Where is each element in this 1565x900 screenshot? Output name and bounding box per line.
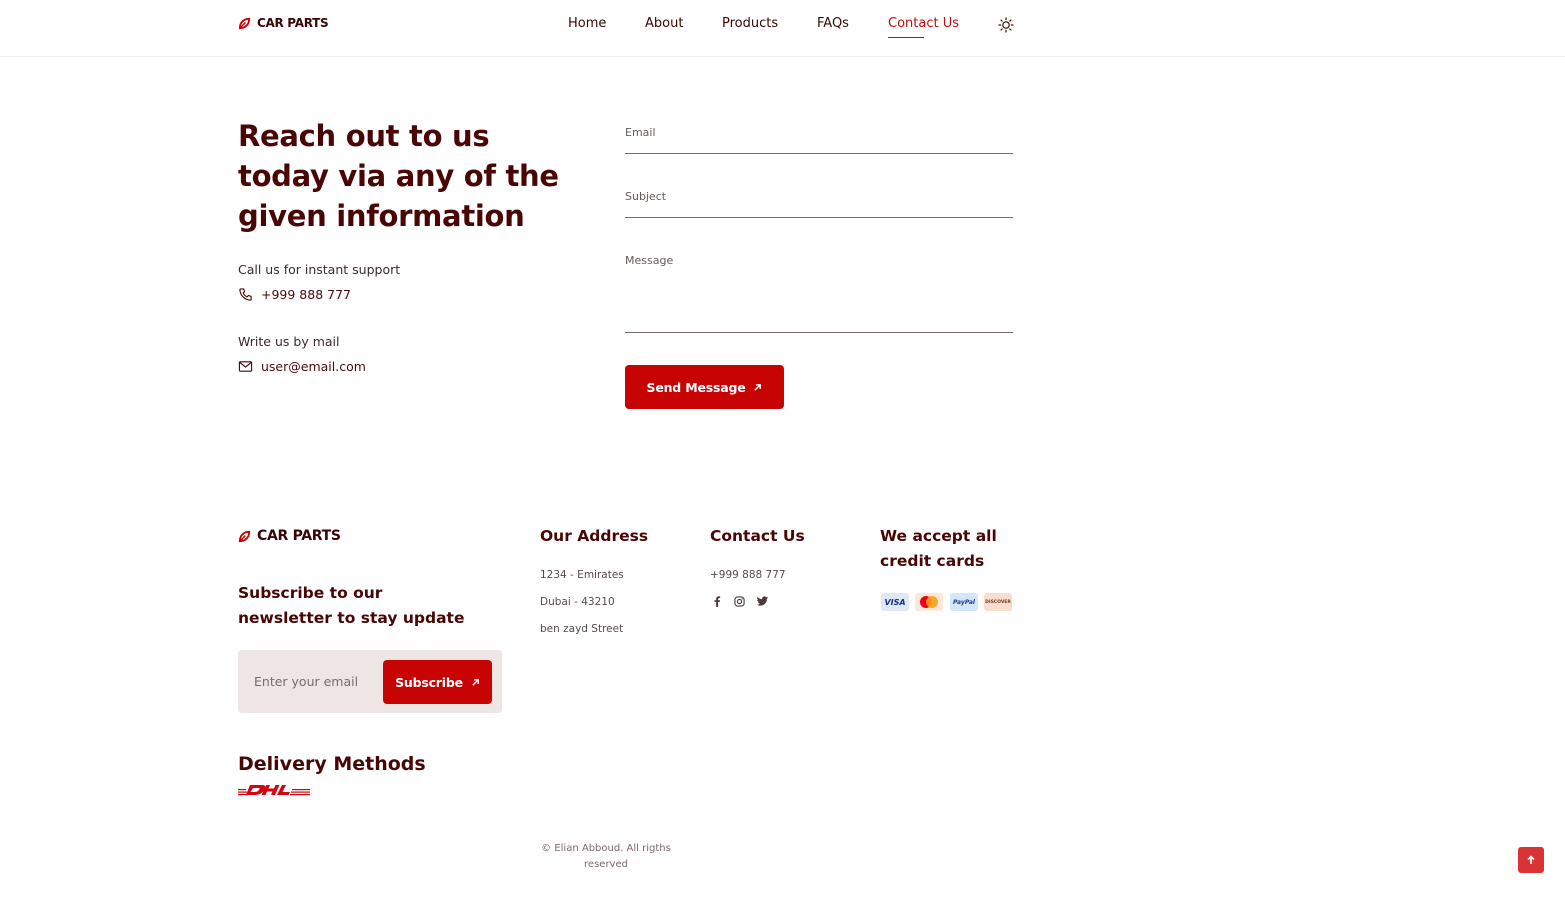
sun-icon[interactable] <box>998 17 1014 33</box>
brand-logo[interactable]: CAR PARTS <box>238 16 329 30</box>
send-message-label: Send Message <box>646 379 746 395</box>
scroll-to-top-button[interactable] <box>1518 847 1544 873</box>
nav-products[interactable]: Products <box>722 16 778 31</box>
subscribe-button[interactable]: Subscribe <box>383 660 492 704</box>
footer-contact-heading: Contact Us <box>710 527 805 545</box>
footer-phone: +999 888 777 <box>710 569 786 581</box>
discover-card-icon: DISCOVER <box>984 593 1012 611</box>
address-heading: Our Address <box>540 527 649 545</box>
phone-link[interactable]: +999 888 777 <box>238 287 351 302</box>
email-placeholder: Email <box>625 126 656 139</box>
leaf-icon <box>238 17 251 29</box>
copyright-text: © Elian Abboud. All rigths reserved <box>541 843 671 870</box>
send-message-button[interactable]: Send Message <box>625 365 784 409</box>
twitter-icon[interactable] <box>755 594 769 608</box>
mail-label: Write us by mail <box>238 334 340 349</box>
nav-faqs[interactable]: FAQs <box>817 16 849 31</box>
delivery-heading: Delivery Methods <box>238 753 426 775</box>
nav-contact-us[interactable]: Contact Us <box>888 16 959 31</box>
visa-card-icon: VISA <box>881 593 909 611</box>
arrow-up-right-icon <box>472 678 479 686</box>
email-address: user@email.com <box>261 359 366 374</box>
arrow-up-icon <box>1527 855 1535 864</box>
contact-heading: Reach out to us today via any of the giv… <box>238 119 559 233</box>
phone-number: +999 888 777 <box>261 287 351 302</box>
phone-icon <box>239 288 252 301</box>
message-placeholder: Message <box>625 254 674 267</box>
brand-name: CAR PARTS <box>257 16 329 30</box>
newsletter-form: Enter your email Subscribe <box>238 650 502 713</box>
email-link[interactable]: user@email.com <box>238 359 366 374</box>
address-line-3: ben zayd Street <box>540 623 624 635</box>
mastercard-card-icon <box>915 593 943 611</box>
newsletter-email-input[interactable]: Enter your email <box>254 674 358 689</box>
nav-home[interactable]: Home <box>568 16 606 31</box>
footer-brand[interactable]: CAR PARTS <box>238 528 341 544</box>
subject-field[interactable]: Subject <box>625 190 1013 218</box>
mail-icon <box>238 361 253 372</box>
footer-brand-name: CAR PARTS <box>257 528 341 544</box>
paypal-card-icon: PayPal <box>950 593 978 611</box>
arrow-up-right-icon <box>754 383 762 391</box>
subscribe-label: Subscribe <box>395 674 463 690</box>
cards-heading: We accept all credit cards <box>880 527 997 570</box>
address-line-2: Dubai - 43210 <box>540 596 615 608</box>
nav-about[interactable]: About <box>645 16 683 31</box>
facebook-icon[interactable] <box>710 594 724 608</box>
dhl-logo <box>238 784 310 796</box>
address-line-1: 1234 - Emirates <box>540 569 624 581</box>
message-field[interactable]: Message <box>625 254 1013 333</box>
newsletter-heading: Subscribe to our newsletter to stay upda… <box>238 584 465 627</box>
subject-placeholder: Subject <box>625 190 667 203</box>
instagram-icon[interactable] <box>732 594 746 608</box>
email-field[interactable]: Email <box>625 126 1013 154</box>
active-nav-indicator <box>888 37 924 38</box>
top-navbar: CAR PARTS Home About Products FAQs Conta… <box>0 0 1565 57</box>
call-label: Call us for instant support <box>238 262 401 277</box>
leaf-icon <box>238 530 251 542</box>
